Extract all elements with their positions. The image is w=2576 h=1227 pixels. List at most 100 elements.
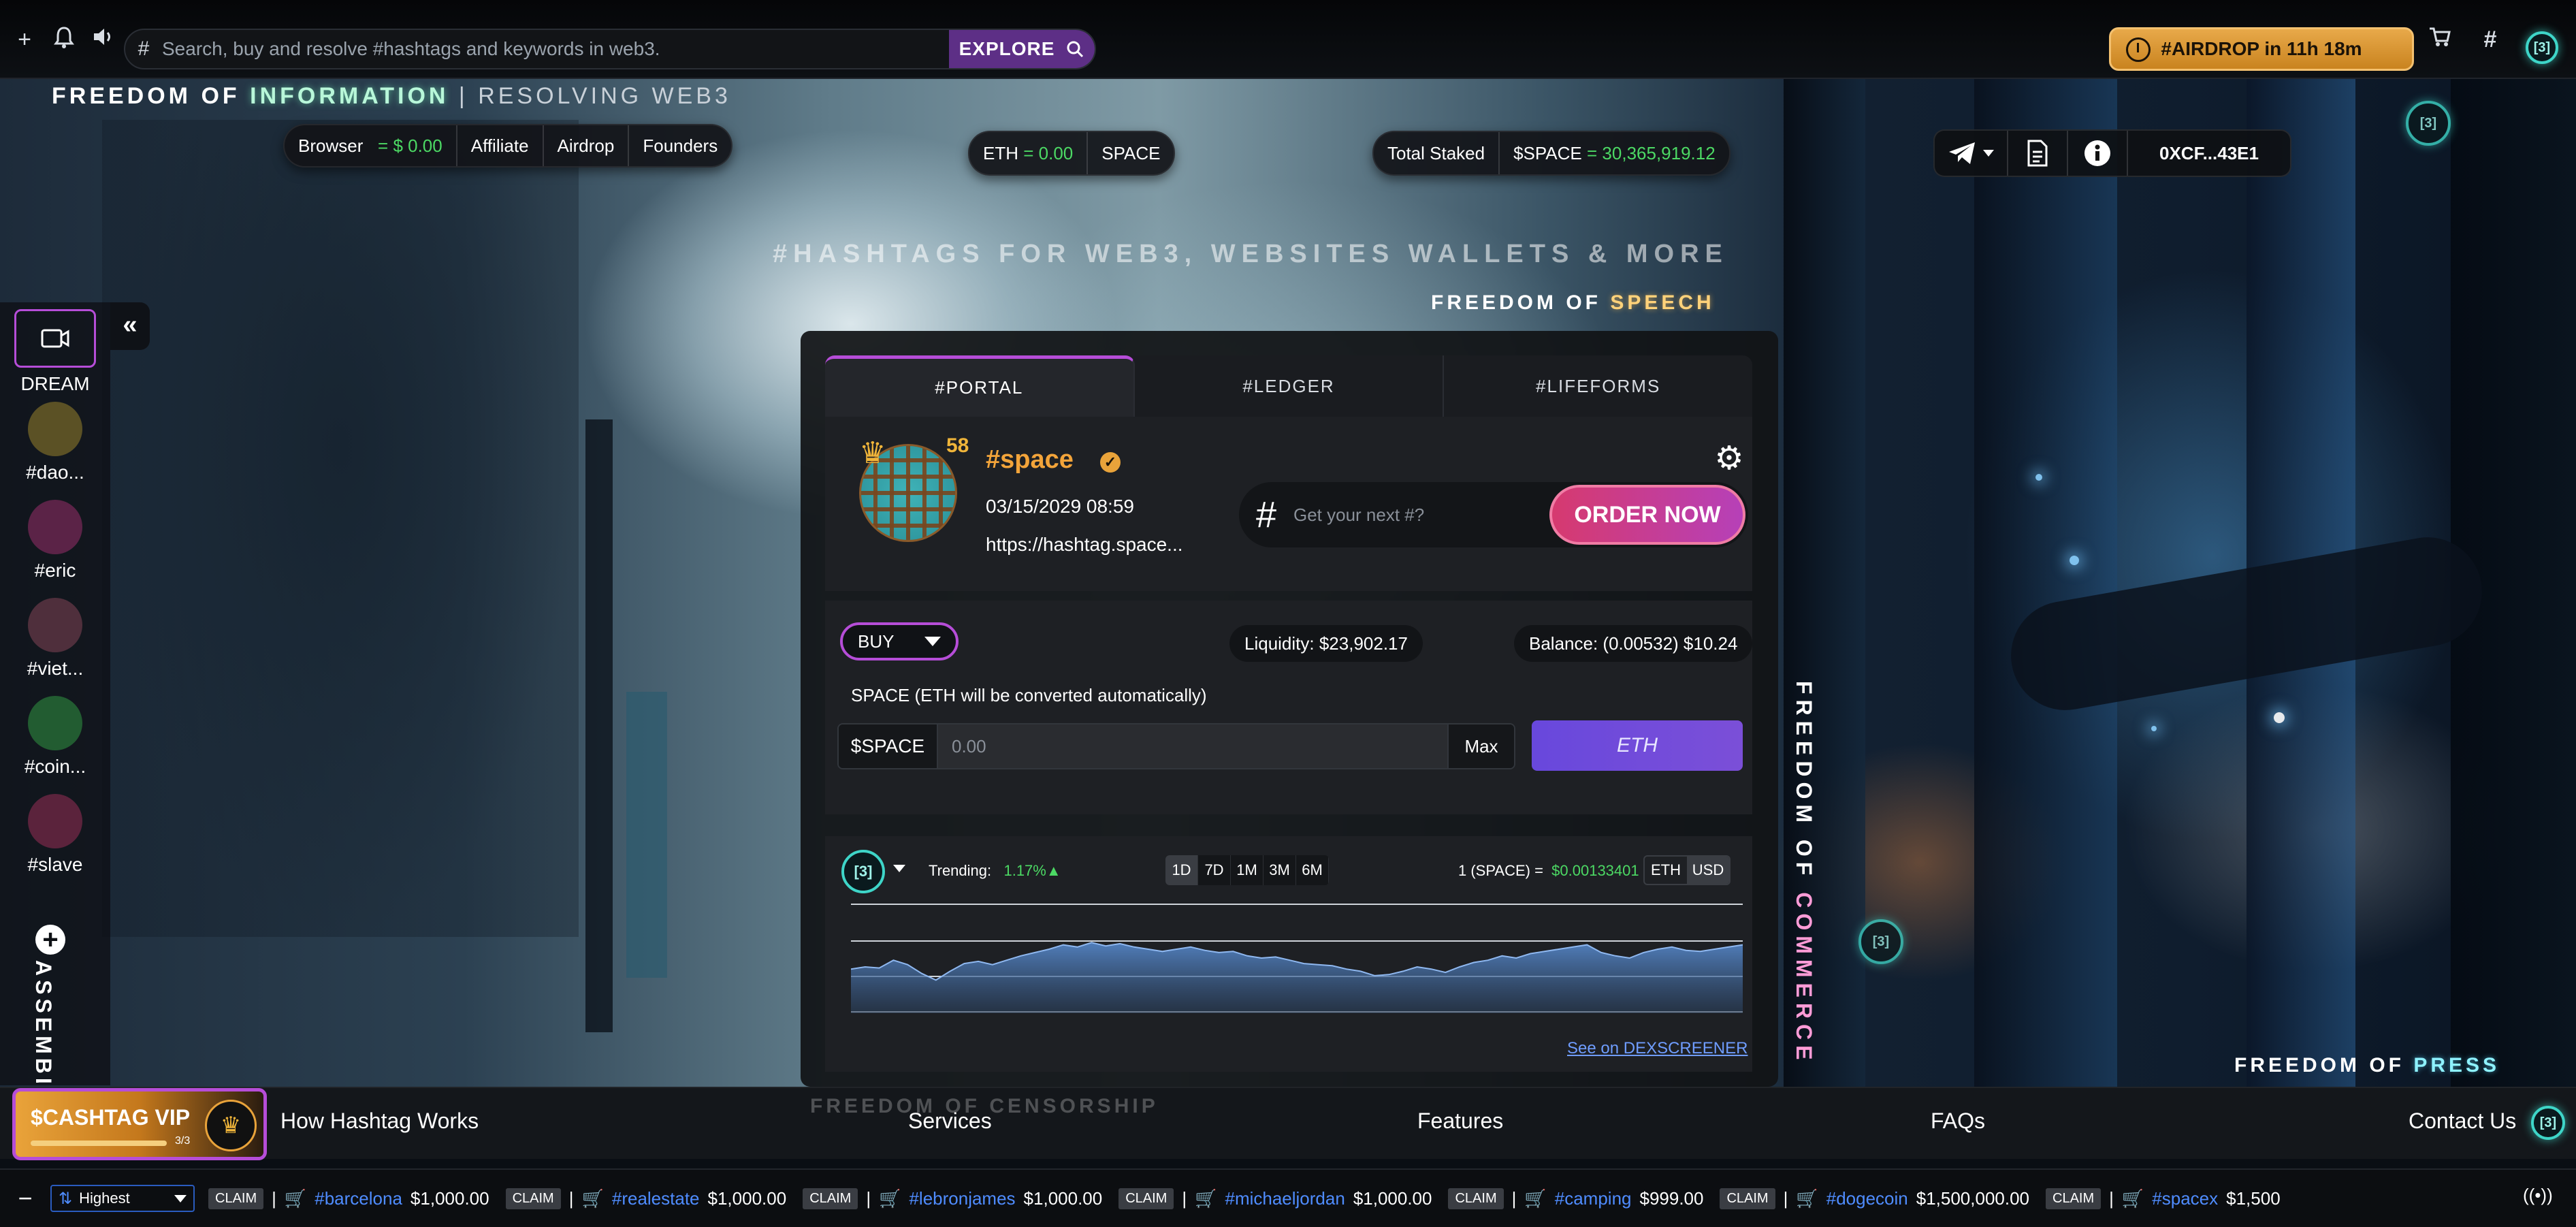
ticker-tag[interactable]: #realestate bbox=[612, 1188, 700, 1209]
sort-select[interactable]: ⇅ Highest bbox=[50, 1185, 195, 1212]
hashtags-tagline: #HASHTAGS FOR WEB3, WEBSITES WALLETS & M… bbox=[773, 240, 1728, 268]
eth-buy-button[interactable]: ETH bbox=[1532, 720, 1743, 771]
range-3m[interactable]: 3M bbox=[1263, 855, 1296, 885]
sidebar-item-eric[interactable]: #eric bbox=[0, 500, 110, 581]
claim-button[interactable]: CLAIM bbox=[2046, 1188, 2102, 1209]
chevron-down-icon bbox=[1983, 150, 1994, 157]
currency-usd[interactable]: USD bbox=[1687, 857, 1729, 884]
claim-button[interactable]: CLAIM bbox=[1448, 1188, 1504, 1209]
gear-icon[interactable]: ⚙ bbox=[1711, 441, 1747, 477]
sidebar-item-dao[interactable]: #dao... bbox=[0, 402, 110, 483]
sidebar-item-viet[interactable]: #viet... bbox=[0, 598, 110, 680]
claim-button[interactable]: CLAIM bbox=[505, 1188, 561, 1209]
amount-input[interactable] bbox=[938, 724, 1447, 768]
add-hashtag-button[interactable]: + bbox=[35, 925, 65, 955]
press-prefix: FREEDOM OF bbox=[2234, 1054, 2404, 1077]
nav-how-it-works[interactable]: How Hashtag Works bbox=[280, 1109, 479, 1134]
currency-eth[interactable]: ETH bbox=[1645, 857, 1687, 884]
total-staked-group: Total Staked $SPACE = 30,365,919.12 bbox=[1372, 131, 1730, 176]
cart-icon: 🛒 bbox=[284, 1188, 307, 1209]
sidebar-item-dream[interactable]: DREAM bbox=[0, 309, 110, 395]
vip-card[interactable]: $CASHTAG VIP 3/3 ♛ bbox=[12, 1088, 267, 1160]
cart-icon: 🛒 bbox=[879, 1188, 901, 1209]
explore-button[interactable]: EXPLORE bbox=[949, 30, 1095, 68]
search-bar[interactable]: # EXPLORE bbox=[124, 29, 1096, 69]
ticker-tag[interactable]: #michaeljordan bbox=[1225, 1188, 1345, 1209]
bell-icon[interactable] bbox=[50, 26, 78, 53]
nav-faqs[interactable]: FAQs bbox=[1931, 1109, 1985, 1134]
ticker-tag[interactable]: #lebronjames bbox=[909, 1188, 1015, 1209]
eth-balance[interactable]: ETH = 0.00 bbox=[969, 132, 1089, 174]
chevron-down-icon[interactable] bbox=[893, 865, 905, 872]
range-6m[interactable]: 6M bbox=[1296, 855, 1329, 885]
tab-portal[interactable]: #PORTAL bbox=[825, 355, 1135, 417]
brand-logo-icon[interactable]: [3] bbox=[2526, 31, 2558, 64]
rate-value: $0.00133401 bbox=[1551, 862, 1639, 879]
price-area bbox=[851, 942, 1743, 1013]
ticker-value: $1,000.00 bbox=[410, 1188, 489, 1209]
space-balance-toggle[interactable]: SPACE bbox=[1088, 132, 1174, 174]
claim-button[interactable]: CLAIM bbox=[803, 1188, 858, 1209]
founders-link[interactable]: Founders bbox=[629, 125, 731, 166]
airdrop-countdown-button[interactable]: #AIRDROP in 11h 18m bbox=[2109, 27, 2414, 71]
hashtag-menu-icon[interactable]: # bbox=[2477, 26, 2504, 53]
browser-balance[interactable]: Browser = $ 0.00 bbox=[285, 125, 457, 166]
trade-mode-select[interactable]: BUY bbox=[840, 622, 959, 660]
expiry-date: 03/15/2029 08:59 bbox=[986, 496, 1134, 517]
claim-button[interactable]: CLAIM bbox=[208, 1188, 264, 1209]
total-staked-value: $SPACE = 30,365,919.12 bbox=[1500, 132, 1729, 174]
search-input[interactable] bbox=[162, 30, 949, 68]
browser-value: = $ 0.00 bbox=[378, 135, 442, 156]
avatar bbox=[28, 696, 82, 750]
vip-progress-bar bbox=[31, 1141, 167, 1146]
ticker-tag[interactable]: #barcelona bbox=[315, 1188, 402, 1209]
sidebar-item-label: #viet... bbox=[27, 658, 84, 679]
collapse-ticker-button[interactable]: − bbox=[0, 1184, 50, 1213]
sidebar-item-label: DREAM bbox=[20, 373, 90, 394]
affiliate-link[interactable]: Affiliate bbox=[457, 125, 544, 166]
hashtag-order-input[interactable] bbox=[1293, 488, 1549, 542]
cart-icon: 🛒 bbox=[1524, 1188, 1547, 1209]
nav-contact-us[interactable]: Contact Us bbox=[2409, 1109, 2516, 1134]
speaker-icon[interactable] bbox=[90, 26, 117, 53]
range-7d[interactable]: 7D bbox=[1198, 855, 1231, 885]
speech-word: SPEECH bbox=[1610, 291, 1715, 314]
ticker-tag[interactable]: #dogecoin bbox=[1826, 1188, 1908, 1209]
time-range-selector: 1D 7D 1M 3M 6M bbox=[1165, 855, 1329, 885]
add-tab-icon[interactable]: + bbox=[11, 26, 38, 53]
ticker-tag[interactable]: #camping bbox=[1555, 1188, 1632, 1209]
ticker-tag[interactable]: #spacex bbox=[2152, 1188, 2218, 1209]
document-icon[interactable] bbox=[2008, 131, 2068, 176]
staked-amount: = 30,365,919.12 bbox=[1587, 142, 1716, 163]
tab-lifeforms[interactable]: #LIFEFORMS bbox=[1444, 355, 1752, 417]
sidebar-item-slave[interactable]: #slave bbox=[0, 794, 110, 876]
separator: | bbox=[1182, 1188, 1187, 1209]
bottom-nav: $CASHTAG VIP 3/3 ♛ How Hashtag Works Ser… bbox=[0, 1087, 2576, 1160]
order-now-button[interactable]: ORDER NOW bbox=[1549, 485, 1745, 545]
collapse-sidebar-button[interactable]: « bbox=[110, 302, 150, 350]
range-1m[interactable]: 1M bbox=[1231, 855, 1263, 885]
info-icon[interactable] bbox=[2068, 131, 2128, 176]
max-button[interactable]: Max bbox=[1447, 724, 1514, 768]
airdrop-link[interactable]: Airdrop bbox=[544, 125, 630, 166]
hashtag-ticker: − ⇅ Highest CLAIM | 🛒 #barcelona $1,000.… bbox=[0, 1168, 2576, 1227]
sidebar-item-coin[interactable]: #coin... bbox=[0, 696, 110, 778]
claim-button[interactable]: CLAIM bbox=[1720, 1188, 1775, 1209]
claim-button[interactable]: CLAIM bbox=[1118, 1188, 1174, 1209]
range-1d[interactable]: 1D bbox=[1165, 855, 1198, 885]
cart-icon[interactable] bbox=[2426, 26, 2453, 53]
brand-logo-icon[interactable]: [3] bbox=[2531, 1106, 2565, 1140]
tab-ledger[interactable]: #LEDGER bbox=[1135, 355, 1445, 417]
telegram-menu[interactable] bbox=[1935, 131, 2008, 176]
chevron-down-icon bbox=[924, 637, 941, 646]
browser-nav-group: Browser = $ 0.00 Affiliate Airdrop Found… bbox=[283, 124, 733, 168]
hashtag-url[interactable]: https://hashtag.space... bbox=[986, 534, 1183, 556]
exchange-rate: 1 (SPACE) = $0.00133401 bbox=[1458, 862, 1639, 880]
top-bar: + # EXPLORE #AIRDROP in 11h 18m # [3] bbox=[0, 0, 2576, 79]
dexscreener-link[interactable]: See on DEXSCREENER bbox=[1567, 1039, 1748, 1058]
token-logo-icon[interactable]: [3] bbox=[841, 850, 885, 893]
wallet-address-button[interactable]: 0XCF...43E1 bbox=[2128, 131, 2290, 176]
press-banner: FREEDOM OF PRESS bbox=[2234, 1054, 2500, 1077]
hashtag-name[interactable]: #space bbox=[986, 445, 1074, 475]
nav-features[interactable]: Features bbox=[1417, 1109, 1503, 1134]
